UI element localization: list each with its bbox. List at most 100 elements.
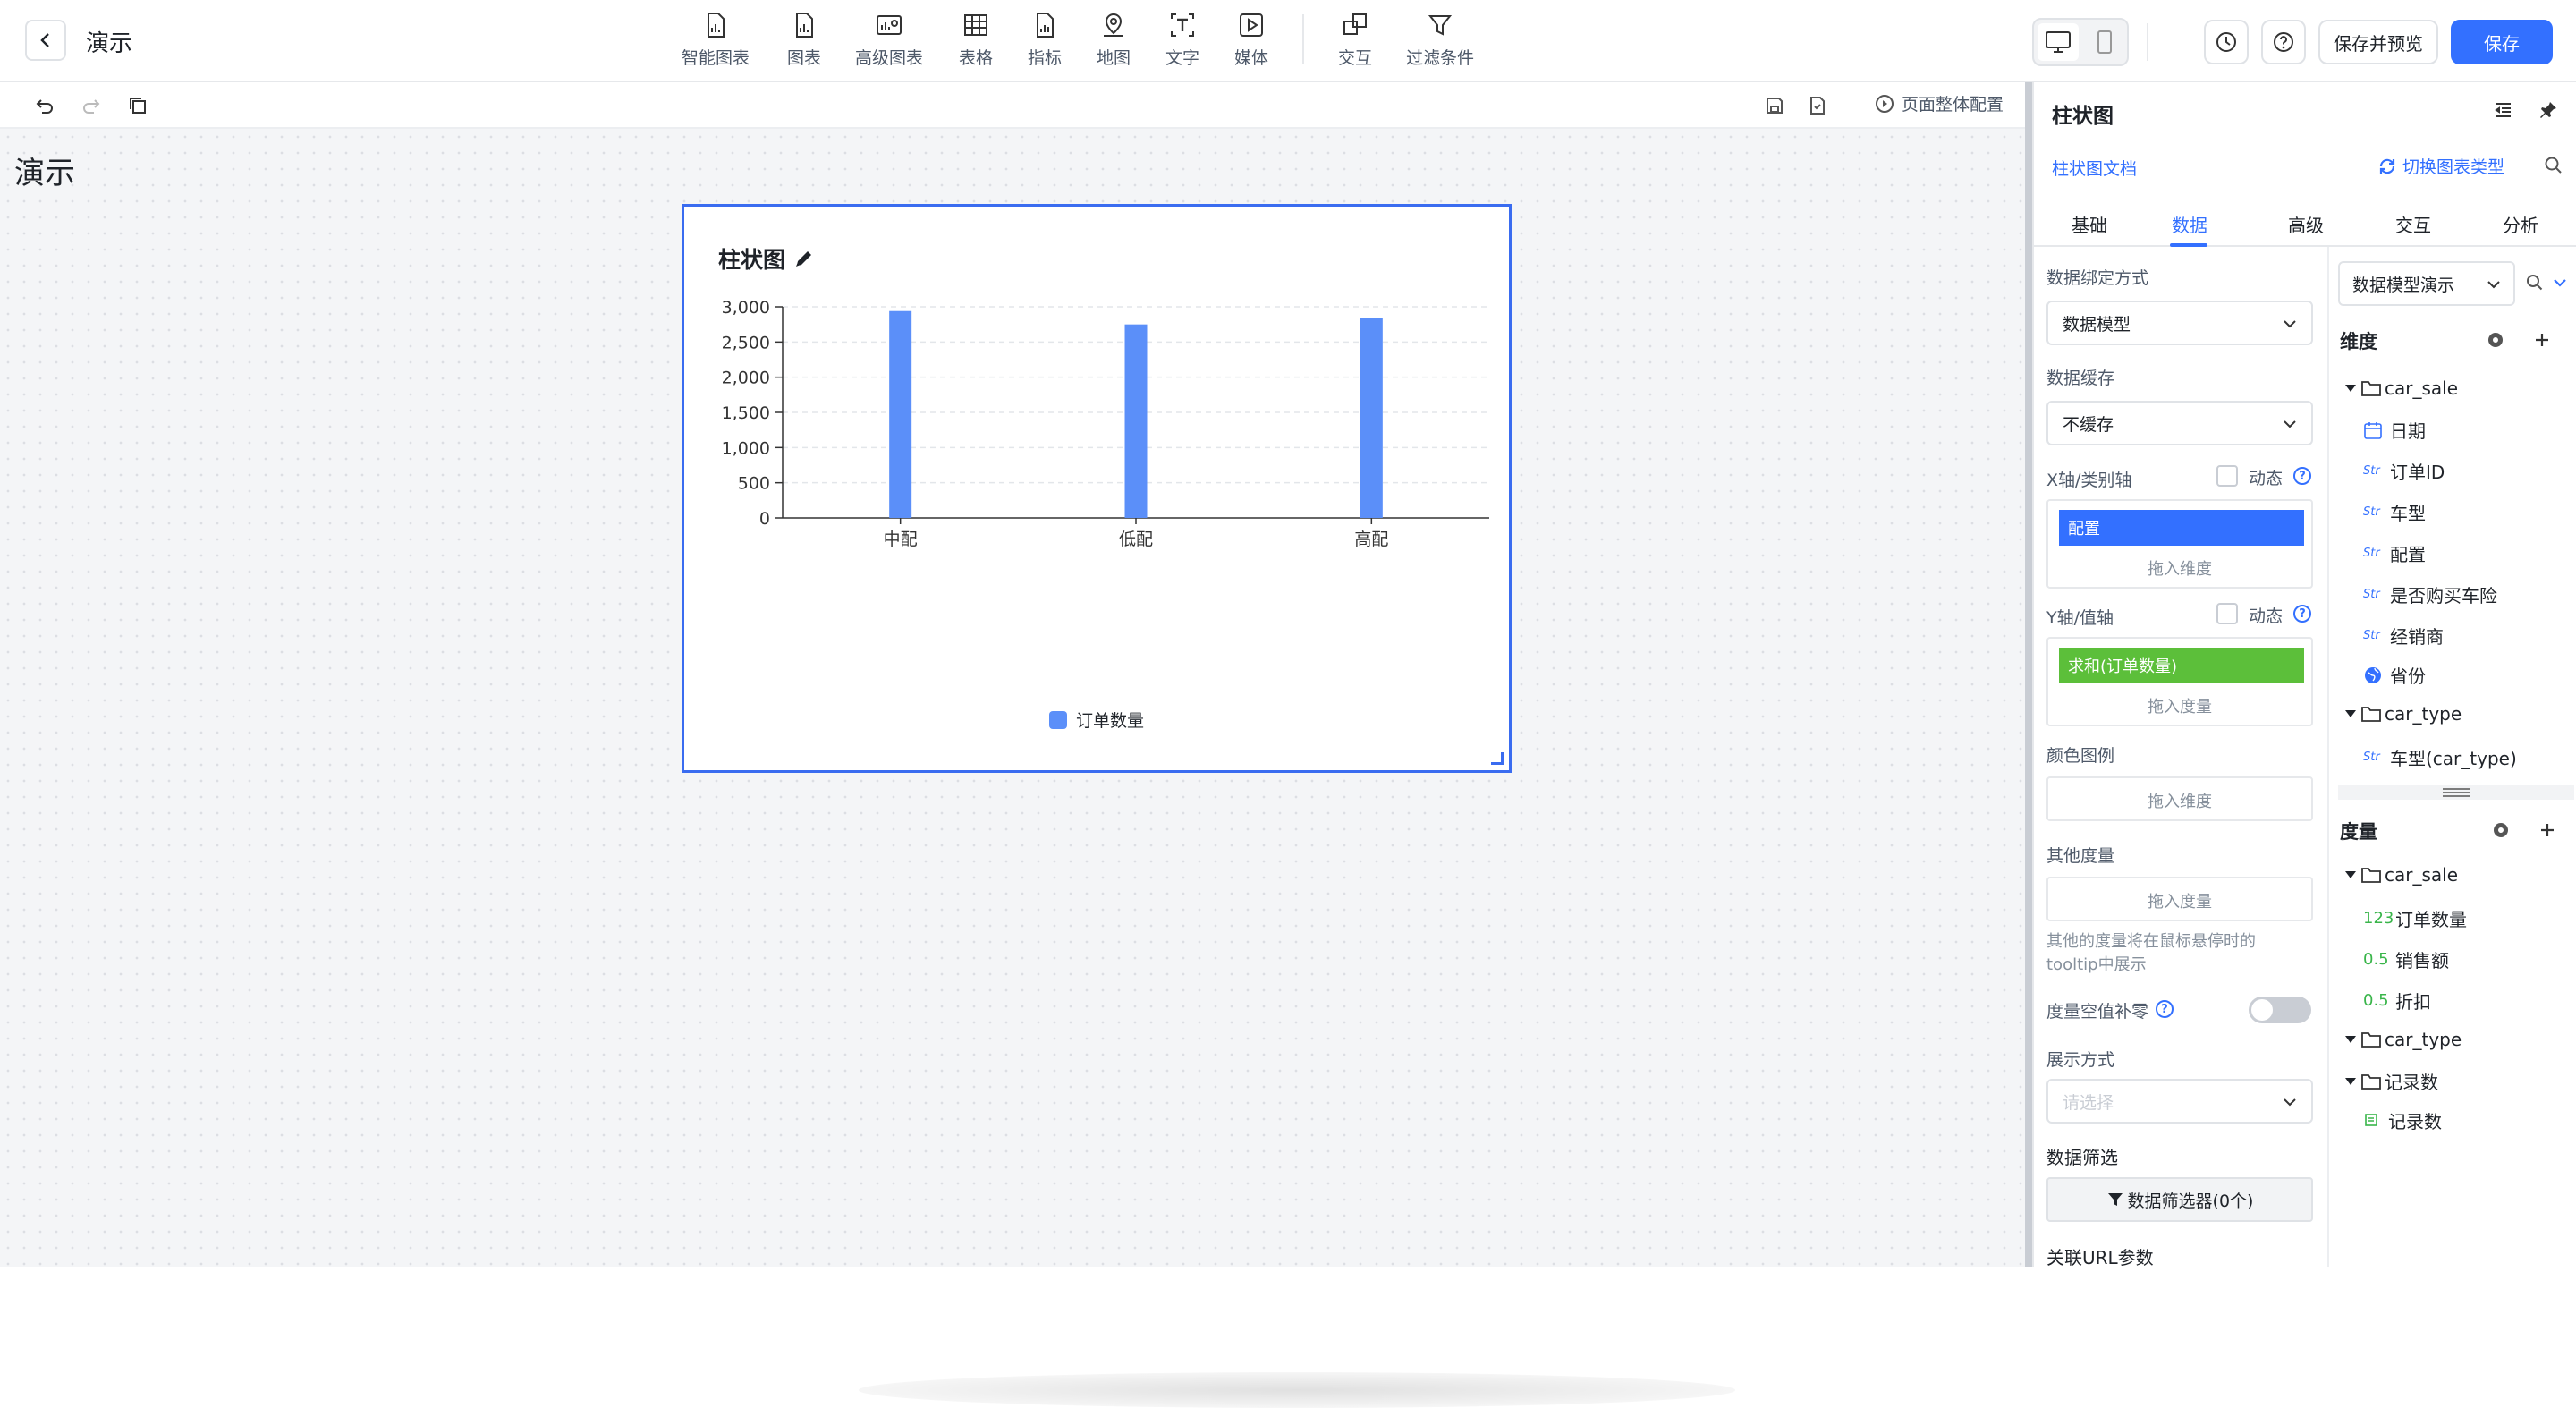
y-field-pill[interactable]: 求和(订单数量): [2059, 648, 2304, 683]
tool-interaction[interactable]: 交互: [1338, 11, 1372, 73]
color-legend-dropzone[interactable]: 拖入维度: [2046, 776, 2313, 821]
tree-field[interactable]: 0.5 折扣: [2363, 988, 2431, 1014]
map-icon: [1104, 13, 1123, 37]
cache-select[interactable]: 不缓存: [2046, 401, 2313, 445]
tool-filter[interactable]: 过滤条件: [1406, 11, 1474, 73]
tool-smart-chart[interactable]: 智能图表: [682, 11, 750, 73]
field-label: 日期: [2390, 420, 2426, 442]
tool-advanced-chart[interactable]: 高级图表: [855, 11, 923, 73]
tree-field[interactable]: Str 配置: [2363, 540, 2426, 566]
save-button[interactable]: 保存: [2451, 20, 2553, 64]
model-select[interactable]: 数据模型演示: [2338, 261, 2515, 306]
add-dimension-button[interactable]: [2531, 329, 2553, 351]
y-dynamic-checkbox[interactable]: [2216, 603, 2238, 624]
back-button[interactable]: [25, 20, 66, 61]
tool-chart[interactable]: 图表: [787, 11, 821, 73]
tree-field[interactable]: Str 车型: [2363, 499, 2426, 525]
tab-basic[interactable]: 基础: [2072, 211, 2107, 237]
dimension-settings-button[interactable]: [2485, 329, 2506, 351]
collapse-panel-button[interactable]: [2490, 97, 2517, 123]
section-resize-handle[interactable]: [2338, 785, 2574, 800]
tool-media[interactable]: 媒体: [1234, 11, 1268, 73]
pin-button[interactable]: [2535, 97, 2562, 123]
save-template-button[interactable]: [1762, 93, 1787, 118]
dashboard-title: 演示: [86, 30, 133, 57]
switch-chart-type-link[interactable]: 切换图表类型: [2377, 154, 2504, 178]
other-measure-dropzone[interactable]: 拖入度量: [2046, 877, 2313, 921]
x-dynamic-checkbox[interactable]: [2216, 465, 2238, 487]
copy-button[interactable]: [125, 93, 150, 118]
x-dynamic-label: 动态: [2249, 469, 2284, 488]
save-and-preview-button[interactable]: 保存并预览: [2318, 20, 2438, 64]
redo-button[interactable]: [79, 93, 104, 118]
y-tick-label: 0: [759, 509, 770, 529]
help-icon[interactable]: ?: [2156, 1000, 2174, 1018]
tab-advanced[interactable]: 高级: [2288, 211, 2324, 237]
chart-doc-link[interactable]: 柱状图文档: [2052, 156, 2137, 180]
x-field-pill[interactable]: 配置: [2059, 510, 2304, 546]
panel-scrollbar[interactable]: [2025, 82, 2032, 1267]
x-tick-label: 中配: [884, 530, 918, 547]
tree-field[interactable]: Str 是否购买车险: [2363, 581, 2497, 607]
display-mode-label: 展示方式: [2046, 1050, 2115, 1070]
chevron-down-icon: [2284, 320, 2296, 328]
tree-field[interactable]: 省份: [2363, 662, 2426, 688]
page-config-button[interactable]: 页面整体配置: [1875, 91, 2004, 115]
tab-analysis[interactable]: 分析: [2503, 211, 2538, 237]
help-icon[interactable]: ?: [2293, 467, 2311, 485]
filter-icon: [1428, 15, 1453, 36]
tree-folder[interactable]: car_type: [2345, 703, 2462, 725]
tab-interaction[interactable]: 交互: [2395, 211, 2431, 237]
tree-folder[interactable]: car_sale: [2345, 377, 2458, 399]
folder-label: car_sale: [2385, 377, 2459, 399]
field-label: 订单ID: [2390, 462, 2445, 483]
desktop-view-button[interactable]: [2038, 23, 2079, 61]
bar-chart-widget[interactable]: 柱状图 0 500 1,000 1,500 2,000 2,500 3,000 中配 低配 高配 …: [682, 204, 1512, 773]
undo-icon: [36, 99, 53, 114]
tree-folder[interactable]: car_type: [2345, 1029, 2462, 1050]
tree-folder[interactable]: 记录数: [2345, 1068, 2438, 1094]
caret-down-icon: [2345, 385, 2356, 392]
expand-button[interactable]: [2549, 272, 2571, 293]
tree-field[interactable]: Str 车型(car_type): [2363, 744, 2517, 770]
chevron-left-icon: [40, 33, 49, 47]
tab-data[interactable]: 数据: [2172, 211, 2207, 237]
pencil-icon[interactable]: [792, 247, 816, 270]
x-axis-label: X轴/类别轴: [2046, 471, 2132, 490]
tool-map[interactable]: 地图: [1097, 11, 1131, 73]
history-button[interactable]: [2204, 20, 2249, 64]
chart-title: 柱状图: [718, 242, 816, 275]
tool-text[interactable]: 文字: [1165, 11, 1199, 73]
tool-label: 过滤条件: [1406, 48, 1475, 68]
tree-folder[interactable]: car_sale: [2345, 864, 2458, 886]
y-axis-dropzone[interactable]: 求和(订单数量) 拖入度量: [2046, 637, 2313, 726]
chart-icon: [796, 13, 813, 38]
tree-field[interactable]: Str 经销商: [2363, 623, 2444, 649]
undo-button[interactable]: [32, 93, 57, 118]
tree-field[interactable]: Str 订单ID: [2363, 458, 2445, 484]
tree-field[interactable]: 0.5 销售额: [2363, 946, 2449, 972]
tree-field[interactable]: 日期: [2363, 417, 2426, 443]
tree-field[interactable]: 123 订单数量: [2363, 905, 2467, 931]
mobile-view-button[interactable]: [2084, 23, 2125, 61]
chart-legend[interactable]: 订单数量: [684, 708, 1509, 732]
data-filter-button[interactable]: 数据筛选器(0个): [2046, 1177, 2313, 1222]
y-tick-label: 3,000: [722, 298, 770, 318]
display-mode-select[interactable]: 请选择: [2046, 1079, 2313, 1124]
binding-select[interactable]: 数据模型: [2046, 301, 2313, 345]
add-measure-button[interactable]: [2537, 819, 2558, 841]
field-search-button[interactable]: [2524, 272, 2546, 293]
help-icon[interactable]: ?: [2293, 605, 2311, 623]
resize-handle[interactable]: [1491, 752, 1504, 765]
panel-search-button[interactable]: [2542, 154, 2565, 177]
measure-settings-button[interactable]: [2490, 819, 2512, 841]
folder-label: car_type: [2385, 703, 2462, 725]
export-button[interactable]: [1805, 93, 1830, 118]
x-axis-dropzone[interactable]: 配置 拖入维度: [2046, 499, 2313, 589]
tool-table[interactable]: 表格: [959, 11, 993, 73]
help-button[interactable]: [2261, 20, 2306, 64]
null-fill-toggle[interactable]: [2249, 997, 2311, 1023]
tool-metric[interactable]: 指标: [1028, 11, 1062, 73]
tree-field[interactable]: 记录数: [2363, 1107, 2442, 1133]
folder-icon: [2361, 1073, 2381, 1090]
